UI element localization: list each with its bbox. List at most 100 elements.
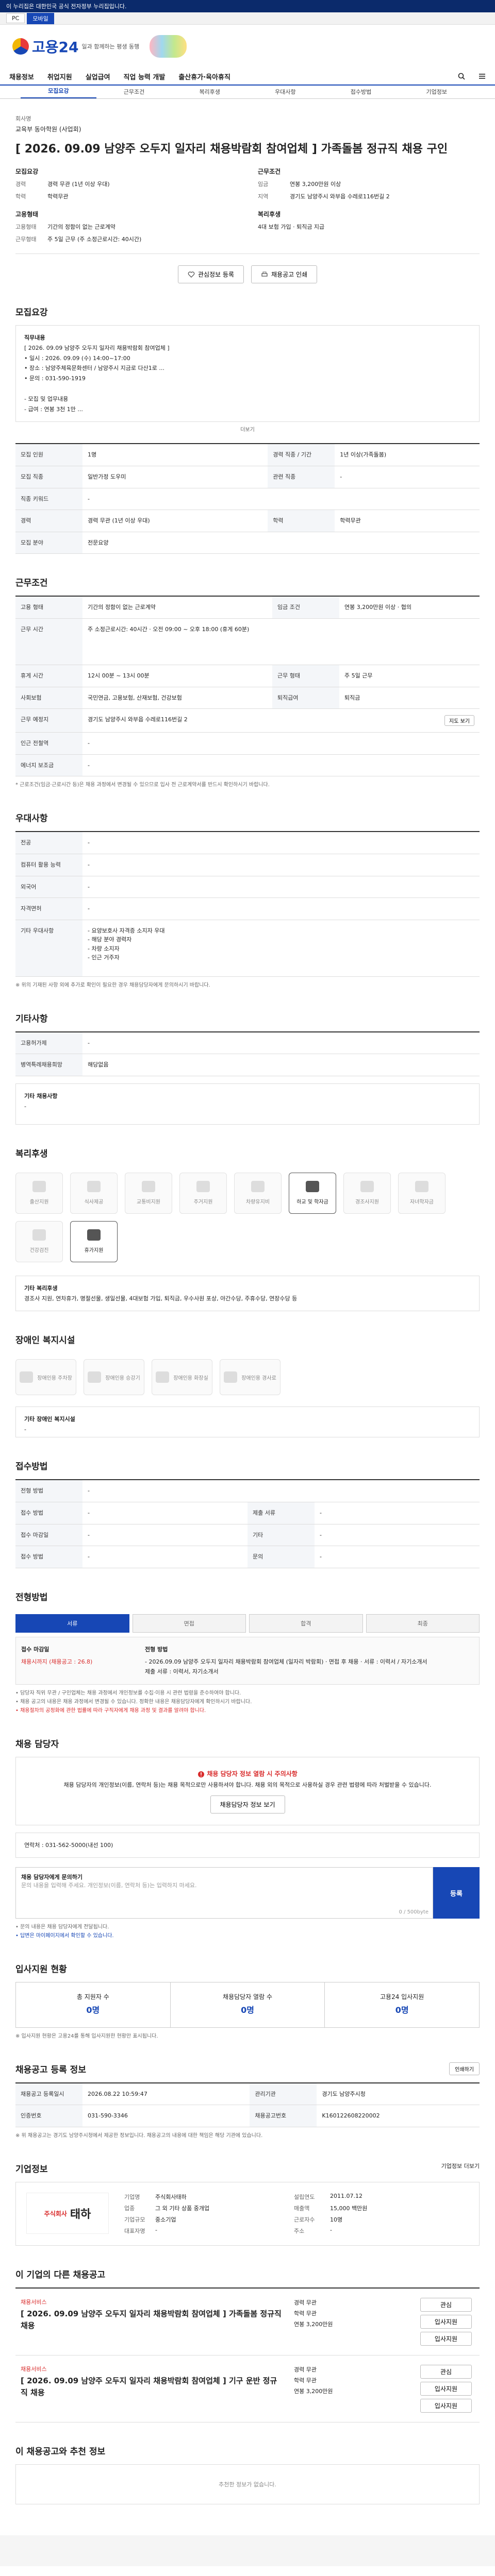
welfare-item: 휴가지원 — [70, 1221, 118, 1262]
tab-pref[interactable]: 우대사항 — [248, 88, 323, 98]
logo-text: 고용24 — [32, 39, 79, 56]
bus-icon — [142, 1181, 155, 1193]
gnb-item-support[interactable]: 취업지원 — [47, 72, 72, 81]
table-row: 접수 마감일 - 기타 - — [15, 1524, 480, 1547]
inquiry-submit-button[interactable]: 등록 — [433, 1867, 480, 1919]
tab-company[interactable]: 기업정보 — [399, 88, 474, 98]
summary-work-head: 근무조건 — [258, 168, 281, 175]
table-row: 병역특례채용희망 해당없음 — [15, 1054, 480, 1076]
tab-recruit[interactable]: 모집요강 — [21, 87, 96, 98]
apply-button[interactable]: 입사지원 — [420, 2382, 472, 2396]
ramp-icon — [224, 1371, 238, 1383]
job-description: 직무내용 [ 2026. 09.09 남양주 오두지 일자리 채용박람회 참여업… — [15, 325, 480, 422]
parking-icon — [20, 1371, 34, 1383]
env-tab-pc[interactable]: PC — [6, 13, 25, 23]
recruit-table: 모집 인원 1명 경력 직종 / 기간 1년 이상(가족돌봄) 모집 직종 일반가정 도… — [15, 443, 480, 554]
list-item[interactable]: 채용서비스[ 2026. 09.09 남양주 오두지 일자리 채용박람회 참여업… — [15, 2289, 480, 2355]
tab-work[interactable]: 근무조건 — [96, 88, 172, 98]
inquiry-textarea[interactable]: 채용 담당자에게 문의하기 문의 내용을 입력해 주세요. 개인정보(이름, 연… — [15, 1867, 433, 1919]
print-icon — [261, 272, 268, 277]
company-info: 기업명 주식회사태하 설립연도 2011.07.12 업종 그 외 기타 상품 중개업 매… — [124, 2193, 368, 2234]
section-heading: 입사지원 현황 — [15, 1964, 67, 1975]
tab-apply[interactable]: 접수방법 — [323, 88, 399, 98]
list-item[interactable]: 채용서비스[ 2026. 09.09 남양주 오두지 일자리 채용박람회 참여업… — [15, 2355, 480, 2422]
section-heading: 채용 담당자 — [15, 1739, 59, 1750]
house-icon — [196, 1181, 210, 1193]
table-row: 고용허가제 - — [15, 1031, 480, 1055]
print-info-button[interactable]: 인쇄하기 — [449, 2062, 480, 2075]
section-tabs: 모집요강 근무조건 복리후생 우대사항 접수방법 기업정보 — [0, 86, 495, 99]
disability-icons: 장애인용 주차장 장애인용 승강기 장애인용 화장실 장애인용 경사로 — [15, 1353, 480, 1401]
section-heading: 복리후생 — [15, 1148, 48, 1159]
section-disability: 장애인 복지시설 장애인용 주차장 장애인용 승강기 장애인용 화장실 장애인용… — [15, 1333, 480, 1438]
gnb-item-benefit[interactable]: 실업급여 — [86, 72, 110, 81]
tab-welfare[interactable]: 복리후생 — [172, 88, 248, 98]
company-name: 교육부 동아학원 (사업회) — [15, 126, 81, 133]
gnb-item-training[interactable]: 직업 능력 개발 — [124, 72, 166, 81]
print-button[interactable]: 채용공고 인쇄 — [251, 265, 318, 283]
heart-icon — [188, 271, 195, 278]
more-button[interactable]: 더보기 — [15, 425, 480, 433]
interest-button[interactable]: 관심 — [420, 2365, 472, 2379]
welfare-item: 식사제공 — [70, 1172, 118, 1214]
inquiry-form: 채용 담당자에게 문의하기 문의 내용을 입력해 주세요. 개인정보(이름, 연… — [15, 1867, 480, 1919]
table-row: 인근 전철역 - — [15, 732, 480, 755]
table-row: 모집 직종 일반가정 도우미 관련 직종 - — [15, 466, 480, 488]
toilet-icon — [156, 1371, 170, 1383]
table-row: 자격면허 - — [15, 897, 480, 920]
disability-item: 장애인용 승강기 — [84, 1359, 144, 1396]
apply-button[interactable]: 입사지원 — [420, 2399, 472, 2413]
warning-icon — [198, 1771, 205, 1777]
stage-filter: 서류 면접 합격 최종 — [15, 1610, 480, 1637]
gift-icon — [360, 1181, 374, 1193]
section-heading: 접수방법 — [15, 1462, 48, 1472]
apply-button[interactable]: 입사지원 — [420, 2315, 472, 2329]
map-button[interactable]: 지도 보기 — [444, 715, 474, 726]
gnb-item-leave[interactable]: 출산휴가·육아휴직 — [178, 72, 230, 81]
table-row: 기타 우대사항 - 요양보호사 자격증 소지자 우대 - 해당 분야 경력자 - … — [15, 920, 480, 977]
table-row: 컴퓨터 활용 능력 - — [15, 854, 480, 876]
graduation-cap-icon — [306, 1181, 319, 1193]
interest-button[interactable]: 관심정보 등록 — [177, 265, 244, 283]
table-row: 직종 키워드 - — [15, 488, 480, 511]
pref-note: ※ 위의 기재된 사항 외에 추가로 확인이 필요한 경우 채용담당자에게 문의… — [15, 982, 210, 988]
logo-sub: 일과 함께하는 평생 동행 — [81, 43, 140, 50]
apply-button[interactable]: 입사지원 — [420, 2332, 472, 2346]
empty-state: 추천한 정보가 없습니다. — [15, 2464, 480, 2504]
env-tab-mobile[interactable]: 모바일 — [27, 12, 54, 24]
stat-item: 고용24 입사지원 0명 — [380, 1993, 424, 2015]
menu-icon[interactable] — [478, 73, 486, 80]
work-table: 고용 형태 기간의 정함이 없는 근로계약 임금 조건 연봉 3,200만원 이상 ·… — [15, 596, 480, 777]
section-applicants: 입사지원 현황 총 지원자 수 0명 채용담당자 열람 수 0명 고용24 입사지원… — [15, 1962, 480, 2040]
stat-item: 총 지원자 수 0명 — [16, 1982, 171, 2027]
table-row: 전형 방법 - — [15, 1480, 480, 1503]
section-heading: 이 기업의 다른 채용공고 — [15, 2270, 106, 2280]
site-logo[interactable]: 고용24 일과 함께하는 평생 동행 — [12, 36, 139, 57]
section-contact: 채용 담당자 채용 담당자 정보 열람 시 주의사항 채용 담당자의 개인정보(… — [15, 1737, 480, 1940]
applicant-stats: 총 지원자 수 0명 채용담당자 열람 수 0명 고용24 입사지원 0명 — [15, 1982, 480, 2028]
view-contact-button[interactable]: 채용담당자 정보 보기 — [210, 1795, 285, 1814]
welfare-etc-box: 기타 복리후생 경조사 지원, 연차휴가, 명절선물, 생일선물, 4대보험 가입… — [15, 1275, 480, 1312]
book-icon — [415, 1181, 428, 1193]
welfare-item: 하교 및 학자금 — [289, 1172, 336, 1214]
vacation-icon — [87, 1229, 101, 1241]
summary-welfare-head: 복리후생 — [258, 211, 281, 218]
search-icon[interactable] — [458, 73, 465, 80]
applicants-note: ※ 입사지원 현황은 고용24를 통해 입사지원한 현황만 표시됩니다. — [15, 2033, 158, 2039]
section-regist: 채용공고 등록 정보 인쇄하기 채용공고 등록일시 2026.08.22 10:59… — [15, 2062, 480, 2140]
page-footer — [0, 2535, 495, 2566]
gnb-item-jobs[interactable]: 채용정보 — [9, 72, 34, 81]
table-row: 근무 예정지 경기도 남양주시 와부읍 수레로116번길 2 지도 보기 — [15, 708, 480, 733]
baby-icon — [32, 1181, 46, 1193]
company-more-link[interactable]: 기업정보 더보기 — [441, 2162, 480, 2175]
stage-step: 합격 — [249, 1614, 363, 1633]
summary-recruit-head: 모집요강 — [15, 168, 39, 175]
logo-mark-icon — [12, 38, 29, 55]
disability-item: 장애인용 경사로 — [220, 1359, 280, 1396]
table-row: 모집 분야 전문요양 — [15, 532, 480, 554]
summary-wage: 임금 연봉 3,200만원 이상 — [258, 181, 341, 188]
section-work: 근무조건 고용 형태 기간의 정함이 없는 근로계약 임금 조건 연봉 3,200만원… — [15, 575, 480, 789]
interest-button[interactable]: 관심 — [420, 2298, 472, 2312]
health-icon — [32, 1229, 46, 1241]
progress-notes: • 담당자 직위 무관 / 구인업체는 채용 과정에서 개인정보를 수집·이용 … — [15, 1690, 252, 1714]
